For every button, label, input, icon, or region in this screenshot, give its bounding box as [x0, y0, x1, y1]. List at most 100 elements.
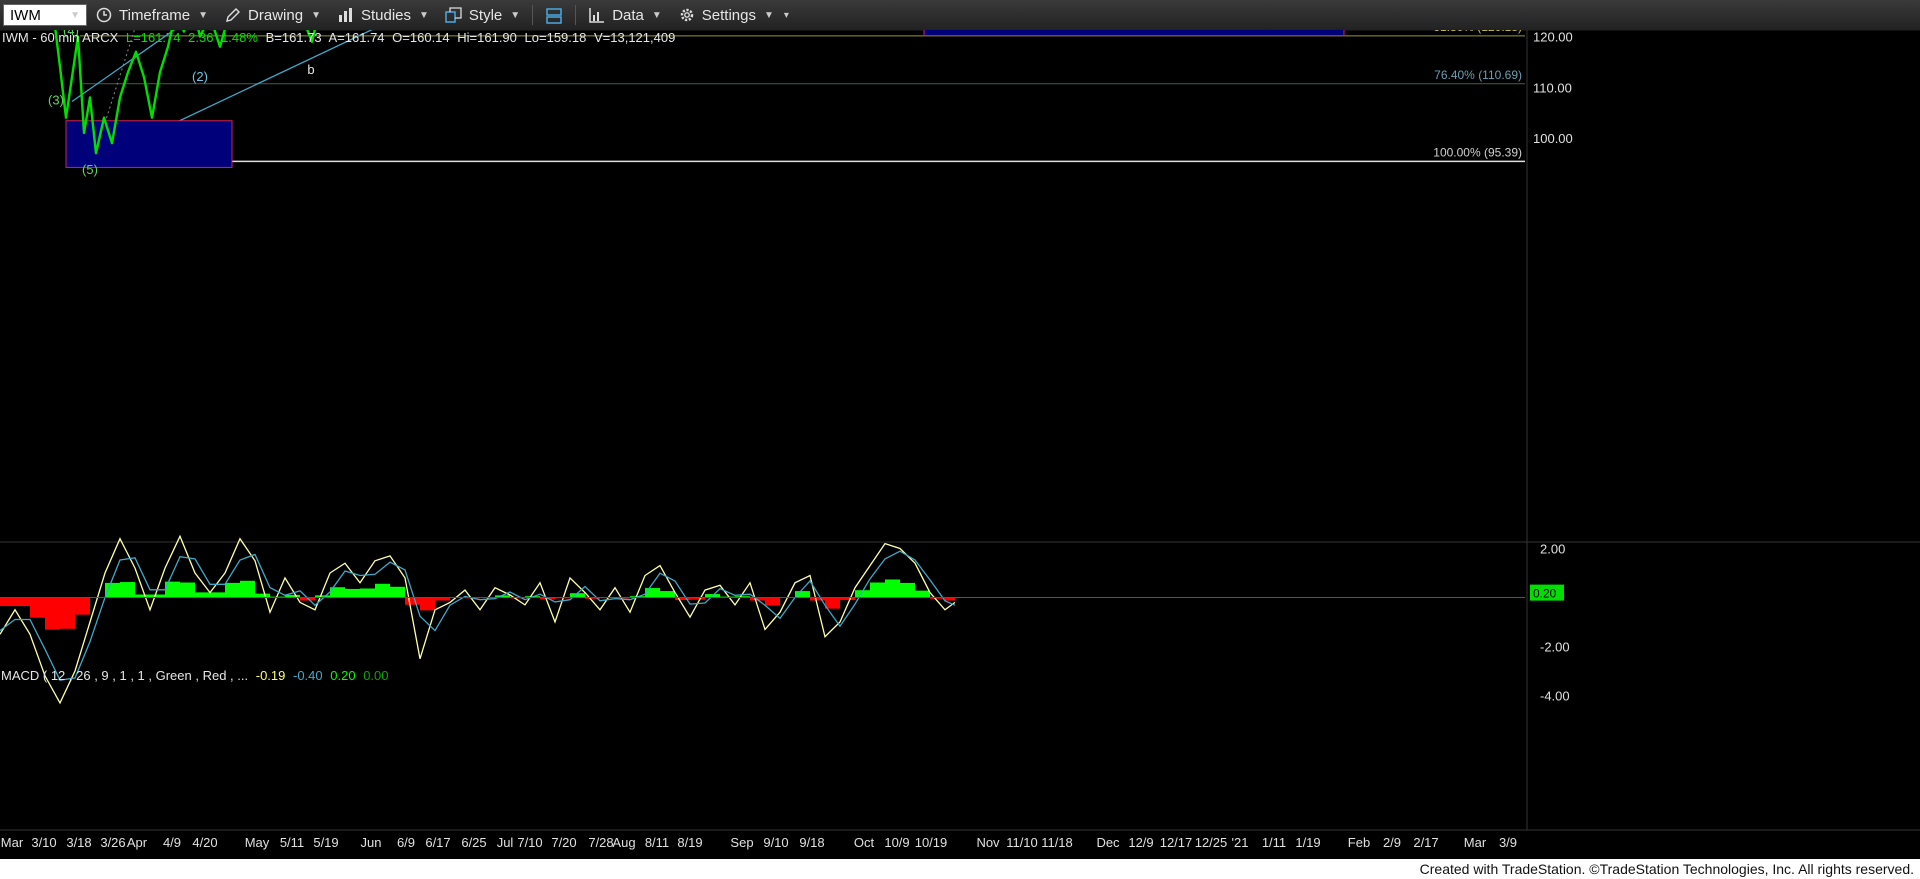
header-volume: V=13,121,409 [594, 30, 675, 45]
x-axis-tick: Oct [854, 835, 875, 850]
chart-axes: 190.00180.00170.00160.00150.00140.00130.… [0, 30, 1920, 850]
macd-histogram-bar [360, 588, 375, 598]
macd-histogram-bar [120, 582, 135, 598]
macd-histogram-bar [180, 582, 195, 598]
x-axis-tick: 10/9 [884, 835, 909, 850]
header-ask: A=161.74 [329, 30, 385, 45]
overflow-chevron-icon[interactable]: ▾ [784, 10, 789, 21]
macd-histogram-bar [15, 597, 30, 607]
x-axis-tick: Jul [497, 835, 514, 850]
macd-histogram-bar [870, 582, 885, 598]
data-label: Data [612, 6, 644, 24]
x-axis-tick: 10/19 [915, 835, 948, 850]
price-axis-tick: 110.00 [1533, 80, 1572, 95]
timeframe-chevron-icon: ▼ [198, 9, 209, 21]
x-axis-tick: 3/10 [31, 835, 56, 850]
macd-histogram-bar [915, 590, 930, 598]
x-axis-tick: 12/9 [1128, 835, 1153, 850]
x-axis-tick: 3/18 [66, 835, 91, 850]
x-axis-tick: Sep [730, 835, 753, 850]
toolbar-divider [532, 5, 534, 25]
settings-button[interactable]: Settings ▼ [670, 2, 782, 28]
style-label: Style [468, 6, 503, 24]
drawing-button[interactable]: Drawing ▼ [216, 2, 329, 28]
footer-text: Created with TradeStation. ©TradeStation… [1419, 861, 1914, 877]
macd-histogram-bar [645, 588, 660, 598]
x-axis-tick: 3/26 [100, 835, 125, 850]
x-axis-tick: Aug [612, 835, 635, 850]
macd-histogram-bar [75, 597, 90, 615]
chart-canvas[interactable]: 190.00180.00170.00160.00150.00140.00130.… [0, 30, 1920, 859]
x-axis-tick: 12/17 [1160, 835, 1193, 850]
layout-icon [545, 7, 563, 24]
macd-axis-tick: 2.00 [1540, 542, 1565, 557]
footer: Created with TradeStation. ©TradeStation… [0, 859, 1920, 879]
timeframe-button[interactable]: Timeframe ▼ [87, 2, 216, 28]
macd-header-v2: -0.40 [293, 668, 323, 683]
x-axis-tick: 5/11 [280, 835, 304, 850]
x-axis-tick: Mar [1, 835, 24, 850]
macd-histogram-bar [885, 579, 900, 598]
x-axis-tick: 1/11 [1262, 835, 1286, 850]
macd-histogram-bar [60, 597, 75, 629]
macd-header-label: MACD ( 12 , 26 , 9 , 1 , 1 , Green , Red… [1, 668, 248, 683]
wave-label: b [307, 62, 314, 77]
price-axis-tick: 100.00 [1533, 131, 1573, 146]
header-open: O=160.14 [392, 30, 449, 45]
x-axis-tick: Apr [127, 835, 148, 850]
x-axis-tick: '21 [1232, 835, 1249, 850]
drawing-chevron-icon: ▼ [311, 9, 321, 21]
macd-histogram-bar [420, 597, 435, 611]
macd-histogram-bar [195, 592, 210, 598]
chart-overlays [65, 30, 1345, 168]
x-axis-tick: Dec [1096, 835, 1120, 850]
x-axis-tick: Nov [976, 835, 1000, 850]
pencil-icon [224, 7, 242, 23]
layout-button[interactable] [537, 2, 571, 28]
macd-histogram-bar [225, 582, 240, 598]
wave-label: (3) [48, 93, 64, 108]
symbol-text: IWM [10, 6, 41, 24]
macd-header-v4: 0.00 [363, 668, 388, 683]
style-chevron-icon: ▼ [510, 9, 521, 21]
header-bid: B=161.73 [266, 30, 322, 45]
macd-histogram-bar [900, 582, 915, 598]
macd-header: MACD ( 12 , 26 , 9 , 1 , 1 , Green , Red… [1, 668, 389, 683]
x-axis-tick: 4/20 [192, 835, 217, 850]
studies-label: Studies [360, 6, 412, 24]
gear-icon [678, 7, 696, 23]
x-axis-tick: Mar [1464, 835, 1487, 850]
x-axis-tick: 6/9 [397, 835, 415, 850]
symbol-input[interactable]: IWM ▼ [3, 4, 87, 26]
symbol-dropdown-icon[interactable]: ▼ [70, 10, 80, 21]
macd-histogram-bar [375, 583, 390, 598]
macd-histogram-bar [255, 593, 270, 598]
price-axis-tick: 120.00 [1533, 30, 1573, 45]
x-axis-tick: 12/25 [1195, 835, 1228, 850]
data-button[interactable]: Data ▼ [580, 2, 670, 28]
x-axis-tick: Jun [361, 835, 382, 850]
x-axis-tick: 1/19 [1295, 835, 1320, 850]
clock-icon [95, 7, 113, 23]
fib-label: 61.80% (120.15) [1433, 30, 1522, 34]
chart-grid [0, 30, 1920, 830]
macd-histogram-bar [825, 597, 840, 609]
x-axis-tick: 11/18 [1041, 835, 1073, 850]
style-icon [445, 7, 463, 23]
style-button[interactable]: Style ▼ [437, 2, 528, 28]
toolbar: IWM ▼ Timeframe ▼ Drawing ▼ Studies ▼ St… [0, 0, 1920, 31]
data-icon [588, 7, 606, 23]
x-axis-tick: 4/9 [163, 835, 181, 850]
wave-label: (2) [192, 69, 208, 84]
drawing-label: Drawing [248, 6, 304, 24]
macd-last-text: 0.20 [1533, 587, 1557, 601]
studies-button[interactable]: Studies ▼ [329, 2, 437, 28]
header-pct: 1.48% [221, 30, 258, 45]
fib-label: 100.00% (95.39) [1433, 145, 1522, 159]
timeframe-label: Timeframe [119, 6, 191, 24]
x-axis-tick: 2/9 [1383, 835, 1401, 850]
settings-chevron-icon: ▼ [763, 9, 774, 21]
header-line: IWM - 60 min ARCX L=161.74 2.36 1.48% B=… [2, 30, 675, 45]
x-axis-tick: 9/18 [799, 835, 824, 850]
macd-signal-line [0, 550, 956, 681]
